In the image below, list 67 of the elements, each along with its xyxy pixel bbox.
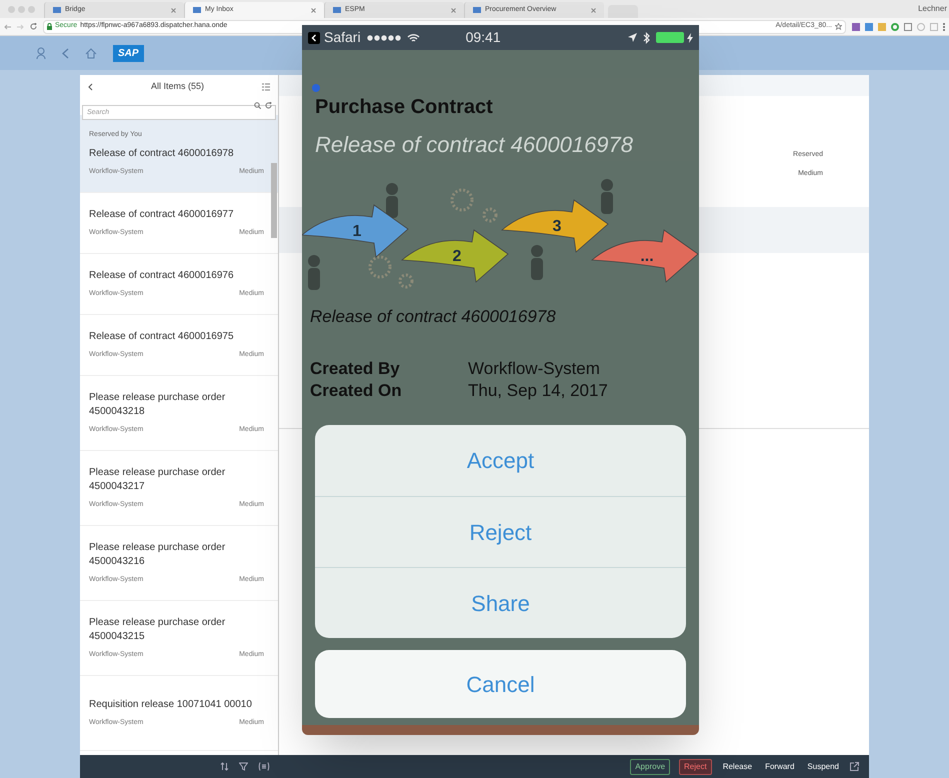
bookmark-star-icon[interactable] <box>835 23 842 30</box>
task-caption: Release of contract 4600016978 <box>309 306 557 328</box>
close-icon[interactable] <box>591 8 596 12</box>
field-value: Thu, Sep 14, 2017 <box>468 380 608 402</box>
refresh-icon[interactable] <box>265 102 272 109</box>
step-arrow: 2 <box>402 230 508 282</box>
field-label: Created By <box>310 358 401 380</box>
step-arrow: ... <box>592 230 698 282</box>
tab-favicon-icon <box>333 7 341 13</box>
task-title: Please release purchase order 4500043217 <box>89 466 226 494</box>
home-icon[interactable] <box>85 48 97 58</box>
approve-button[interactable]: Approve <box>630 758 670 774</box>
step-arrow: 3 <box>502 200 608 252</box>
list-title: All Items (55) <box>150 80 204 93</box>
sap-logo[interactable]: SAP <box>113 44 144 62</box>
user-icon[interactable] <box>36 46 46 60</box>
task-title: Release of contract 4600016975 <box>89 330 235 344</box>
action-button[interactable]: Forward <box>763 760 796 772</box>
action-button[interactable]: Suspend <box>805 760 841 772</box>
gear-icon <box>450 188 474 212</box>
person-icon <box>386 183 398 218</box>
bluetooth-icon <box>643 32 650 44</box>
task-title: Please release purchase order 4500043218 <box>89 390 226 419</box>
clock-time: 09:41 <box>466 28 501 47</box>
share-icon[interactable] <box>850 762 859 771</box>
filter-icon[interactable] <box>239 762 248 771</box>
signal-icon <box>366 34 401 40</box>
person-icon <box>531 245 543 280</box>
close-icon[interactable] <box>451 8 456 12</box>
person-icon <box>601 179 613 214</box>
field-label: Created On <box>310 380 403 402</box>
task-title: Release of contract 4600016977 <box>89 208 235 222</box>
lock-icon <box>47 23 52 30</box>
tab-favicon-icon <box>193 7 201 13</box>
back-to-app-icon[interactable] <box>308 32 320 44</box>
task-title: Please release purchase order 4500043215 <box>89 616 226 644</box>
group-icon[interactable] <box>258 762 270 771</box>
close-icon[interactable] <box>311 8 316 12</box>
wifi-icon <box>406 32 420 42</box>
gear-icon <box>482 208 498 222</box>
back-icon[interactable] <box>88 82 93 90</box>
charging-icon <box>687 32 693 42</box>
action-button[interactable]: Release <box>720 760 754 772</box>
tab-favicon-icon <box>473 7 481 13</box>
search-icon[interactable] <box>254 102 261 109</box>
profile-name[interactable]: Lechner <box>918 3 949 15</box>
location-arrow-icon <box>628 33 637 42</box>
task-title: Release of contract 4600016978 <box>89 147 235 161</box>
reject-button[interactable]: Reject <box>679 758 712 774</box>
gear-icon <box>398 274 414 288</box>
person-icon <box>308 255 320 290</box>
contract-subtitle: Release of contract 4600016978 <box>315 131 634 159</box>
gear-icon <box>368 256 392 278</box>
step-arrow: 1 <box>302 204 408 258</box>
battery-icon <box>656 32 684 43</box>
app-name: Safari <box>324 28 361 47</box>
list-settings-icon[interactable] <box>262 82 270 90</box>
close-icon[interactable] <box>171 8 176 12</box>
sort-icon[interactable] <box>220 762 229 771</box>
task-title: Please release purchase order 4500043216 <box>89 540 226 569</box>
scrollbar-thumb[interactable] <box>271 163 277 238</box>
reload-icon[interactable] <box>30 23 37 30</box>
task-title: Requisition release 10071041 00010 <box>89 698 253 712</box>
contract-heading: Purchase Contract <box>315 95 494 120</box>
field-value: Workflow-System <box>468 358 600 380</box>
tab-favicon-icon <box>53 7 61 13</box>
task-title: Release of contract 4600016976 <box>89 268 235 283</box>
